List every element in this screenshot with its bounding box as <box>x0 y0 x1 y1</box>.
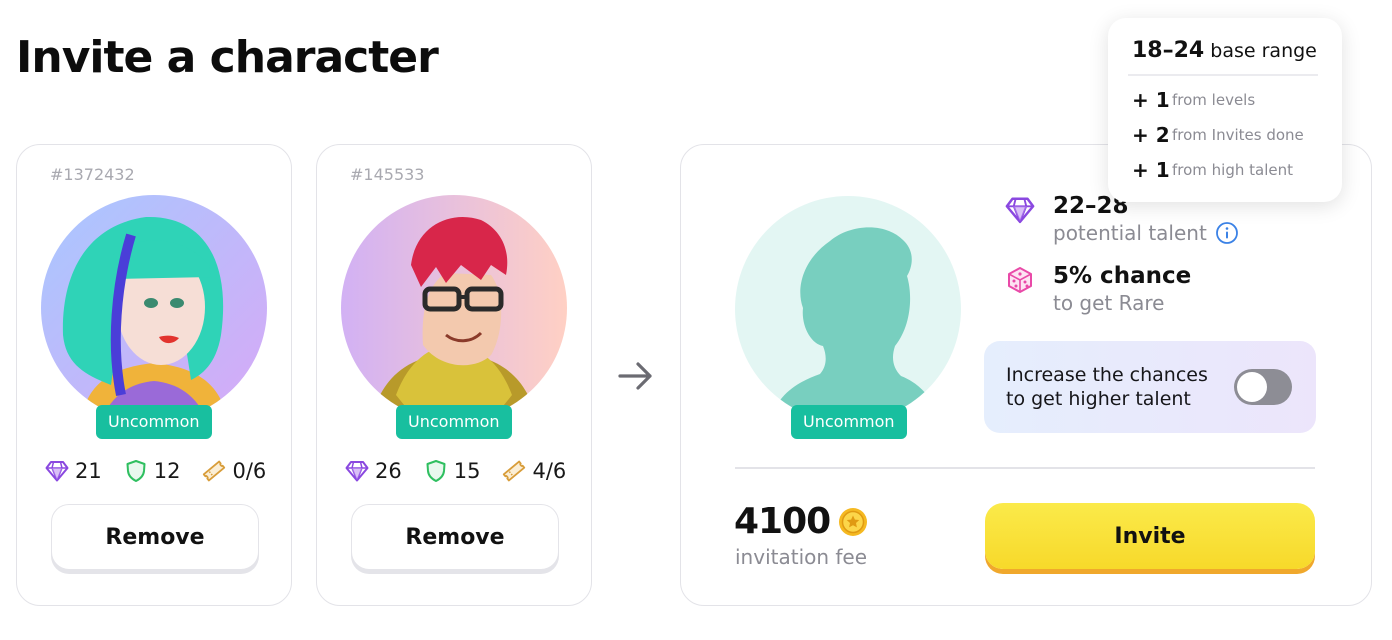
fee-amount: 4100 <box>734 501 868 542</box>
talent-value: 26 <box>375 459 402 483</box>
tooltip-row: + 1 from levels <box>1132 88 1255 112</box>
invite-result-panel: Uncommon 22–28 potential talent 5% chanc… <box>680 144 1372 606</box>
red-haired-man-with-glasses-avatar <box>341 195 567 421</box>
character-stats: 21 12 0/6 <box>45 459 288 483</box>
silhouette-avatar <box>735 196 961 422</box>
bonus-value: + 2 <box>1132 123 1170 147</box>
fee-value: 4100 <box>734 501 831 542</box>
coin-icon <box>839 507 868 536</box>
boost-toggle[interactable] <box>1234 369 1292 405</box>
shield-icon <box>424 459 448 483</box>
remove-button[interactable]: Remove <box>51 504 259 570</box>
character-id: #145533 <box>350 165 425 184</box>
divider <box>735 467 1315 469</box>
bonus-source: from high talent <box>1172 161 1294 179</box>
diamond-icon <box>45 459 69 483</box>
diamond-icon <box>345 459 369 483</box>
boost-label: Increase the chances to get higher talen… <box>1006 364 1208 410</box>
character-card-2: #145533 Uncommon 26 15 4/6 Remove <box>316 144 592 606</box>
defense-value: 15 <box>453 459 481 483</box>
ticket-icon <box>202 459 226 483</box>
ticket-icon <box>502 459 526 483</box>
character-stats: 26 15 4/6 <box>345 459 588 483</box>
divider <box>1128 74 1318 76</box>
diamond-icon <box>1005 195 1035 225</box>
base-range-value: 18–24 <box>1132 38 1205 63</box>
tooltip-row: + 1 from high talent <box>1132 158 1293 182</box>
talent-stat: 26 <box>345 459 402 483</box>
tooltip-row: + 2 from Invites done <box>1132 123 1304 147</box>
bonus-value: + 1 <box>1132 88 1170 112</box>
invite-button[interactable]: Invite <box>985 503 1315 569</box>
rarity-badge: Uncommon <box>396 405 512 439</box>
invites-stat: 4/6 <box>502 459 566 483</box>
invites-stat: 0/6 <box>202 459 266 483</box>
talent-stat: 21 <box>45 459 102 483</box>
rarity-badge: Uncommon <box>791 405 907 439</box>
defense-value: 12 <box>153 459 181 483</box>
rare-chance-info: 5% chance to get Rare <box>1005 263 1191 315</box>
invites-value: 0/6 <box>232 459 267 483</box>
character-id: #1372432 <box>50 165 135 184</box>
talent-range-label: potential talent <box>1053 221 1207 245</box>
teal-haired-woman-avatar <box>41 195 267 421</box>
fee-label: invitation fee <box>735 545 868 569</box>
info-icon[interactable] <box>1215 221 1239 245</box>
bonus-source: from levels <box>1172 91 1256 109</box>
talent-breakdown-tooltip: 18–24 base range + 1 from levels + 2 fro… <box>1108 18 1342 202</box>
shield-icon <box>124 459 148 483</box>
boost-talent-option: Increase the chances to get higher talen… <box>984 341 1316 433</box>
talent-value: 21 <box>75 459 102 483</box>
rarity-badge: Uncommon <box>96 405 212 439</box>
bonus-value: + 1 <box>1132 158 1170 182</box>
rare-chance-label: to get Rare <box>1053 291 1165 315</box>
remove-button[interactable]: Remove <box>351 504 559 570</box>
page-title: Invite a character <box>16 32 439 83</box>
dice-icon <box>1008 267 1032 293</box>
character-card-1: #1372432 Uncommon 21 12 0/6 Remove <box>16 144 292 606</box>
defense-stat: 12 <box>124 459 181 483</box>
arrow-right-icon <box>618 362 652 390</box>
defense-stat: 15 <box>424 459 481 483</box>
toggle-knob <box>1237 372 1267 402</box>
base-range: 18–24 base range <box>1132 38 1317 63</box>
bonus-source: from Invites done <box>1172 126 1304 144</box>
base-range-label: base range <box>1210 40 1317 62</box>
rare-chance: 5% chance <box>1053 263 1192 289</box>
invites-value: 4/6 <box>532 459 567 483</box>
